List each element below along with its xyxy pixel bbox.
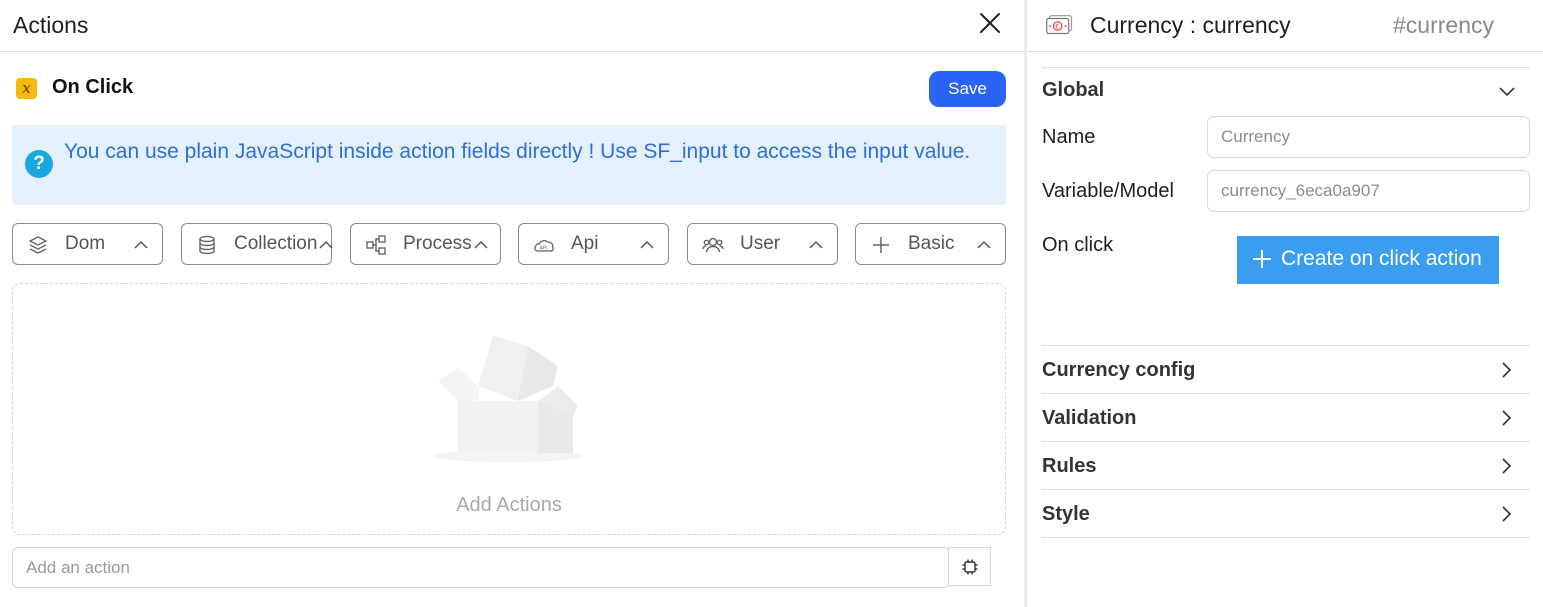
category-label: User (740, 233, 781, 254)
actions-title: Actions (13, 12, 89, 38)
chevron-up-icon (474, 238, 488, 252)
cloud-api-icon: API (533, 234, 555, 256)
add-actions-label: Add Actions (456, 494, 562, 516)
chevron-up-icon (134, 238, 148, 252)
section-label: Validation (1042, 407, 1137, 429)
create-action-label: Create on click action (1281, 247, 1482, 270)
save-button[interactable]: Save (929, 71, 1006, 107)
function-x-icon: x (16, 78, 37, 99)
category-basic-button[interactable]: Basic (855, 223, 1006, 265)
variable-label: Variable/Model (1042, 180, 1174, 202)
category-label: Collection (234, 233, 318, 254)
onclick-label: On click (1042, 234, 1114, 256)
actions-panel: Actions x On Click Save ? You can use pl… (0, 0, 1024, 607)
layers-icon (27, 234, 49, 256)
section-divider (1042, 537, 1530, 538)
flow-icon (365, 234, 387, 256)
section-divider (1042, 67, 1530, 68)
global-section-title: Global (1042, 79, 1105, 101)
chevron-right-icon (1498, 457, 1514, 475)
section-rules[interactable]: Rules (1042, 442, 1530, 490)
properties-panel: € Currency : currency #currency Global N… (1027, 0, 1543, 607)
section-label: Currency config (1042, 359, 1196, 381)
name-label: Name (1042, 126, 1096, 148)
currency-note-icon: € (1046, 15, 1073, 35)
chip-button[interactable] (948, 547, 991, 586)
info-text: You can use plain JavaScript inside acti… (64, 140, 971, 163)
add-action-input[interactable] (12, 547, 950, 588)
empty-box-icon (433, 306, 593, 466)
svg-text:€: € (1055, 24, 1059, 31)
category-process-button[interactable]: Process (350, 223, 501, 265)
event-label: On Click (52, 76, 134, 98)
help-icon: ? (25, 150, 53, 178)
actions-drop-zone[interactable]: Add Actions (12, 283, 1006, 535)
chevron-right-icon (1498, 505, 1514, 523)
category-user-button[interactable]: User (687, 223, 838, 265)
category-collection-button[interactable]: Collection (181, 223, 333, 265)
section-currency-config[interactable]: Currency config (1042, 346, 1530, 394)
section-label: Rules (1042, 455, 1097, 477)
category-label: Api (571, 233, 599, 254)
component-id: #currency (1393, 12, 1494, 38)
chevron-up-icon (977, 238, 991, 252)
component-title: Currency : currency (1090, 12, 1291, 38)
category-api-button[interactable]: API Api (518, 223, 669, 265)
section-style[interactable]: Style (1042, 490, 1530, 538)
create-onclick-action-button[interactable]: Create on click action (1237, 236, 1499, 284)
plus-icon (870, 234, 892, 256)
info-banner: ? You can use plain JavaScript inside ac… (12, 125, 1006, 205)
category-label: Dom (65, 233, 106, 254)
chevron-up-icon (319, 238, 333, 252)
name-input[interactable] (1207, 116, 1530, 158)
chevron-up-icon (809, 238, 823, 252)
properties-header: € Currency : currency #currency (1027, 0, 1543, 52)
category-dom-button[interactable]: Dom (12, 223, 163, 265)
database-icon (196, 234, 218, 256)
close-icon[interactable] (976, 9, 1004, 37)
section-label: Style (1042, 503, 1090, 525)
plus-icon (1252, 249, 1272, 269)
chevron-right-icon (1498, 409, 1514, 427)
svg-text:API: API (540, 246, 548, 252)
variable-input[interactable] (1207, 170, 1530, 212)
chevron-down-icon[interactable] (1498, 82, 1516, 100)
category-label: Process (403, 233, 472, 254)
category-label: Basic (908, 233, 955, 254)
section-validation[interactable]: Validation (1042, 394, 1530, 442)
actions-header: Actions (0, 0, 1024, 52)
users-icon (702, 234, 724, 256)
chevron-right-icon (1498, 361, 1514, 379)
chevron-up-icon (640, 238, 654, 252)
